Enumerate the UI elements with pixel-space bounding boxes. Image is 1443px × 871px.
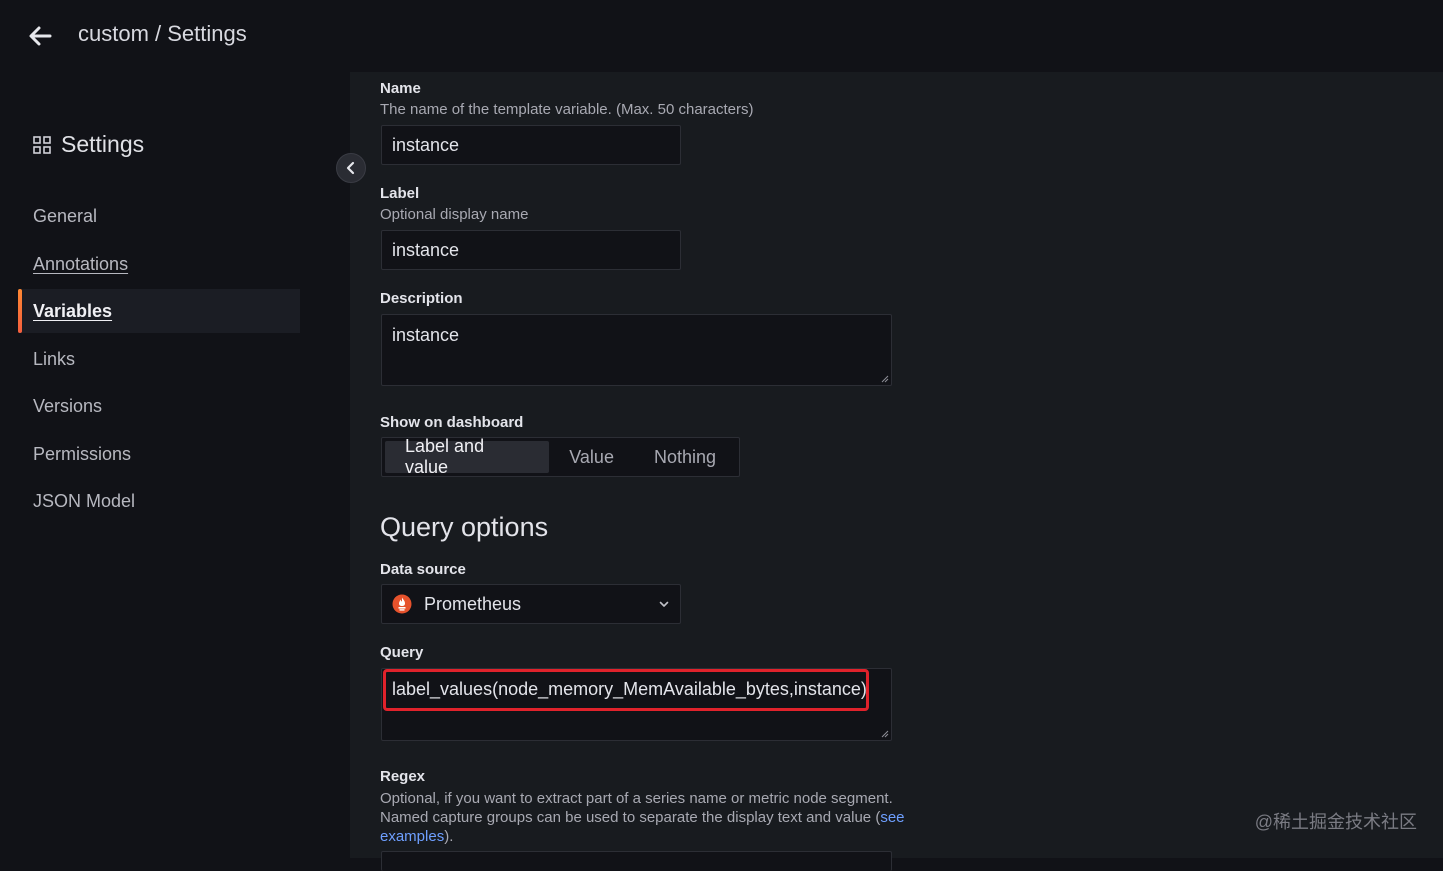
chevron-down-icon	[658, 598, 670, 610]
query-options-heading: Query options	[380, 512, 548, 543]
regex-description: Optional, if you want to extract part of…	[380, 789, 940, 846]
see-examples-link-part-2[interactable]: examples	[380, 828, 444, 845]
query-textarea[interactable]: label_values(node_memory_MemAvailable_by…	[381, 668, 892, 741]
description-textarea-value: instance	[392, 325, 459, 345]
regex-description-end: ).	[444, 828, 453, 845]
sidebar-item-label: Variables	[33, 301, 112, 322]
option-nothing[interactable]: Nothing	[634, 441, 736, 473]
query-label: Query	[380, 644, 423, 661]
label-field-label: Label	[380, 185, 419, 202]
name-input[interactable]: instance	[381, 125, 681, 165]
regex-label: Regex	[380, 768, 425, 785]
sidebar-item-label: General	[33, 206, 97, 227]
label-input[interactable]: instance	[381, 230, 681, 270]
name-field-label: Name	[380, 80, 421, 97]
sidebar-item-label: Links	[33, 349, 75, 370]
sidebar-item-label: JSON Model	[33, 491, 135, 512]
arrow-left-icon	[26, 22, 54, 50]
sidebar-item-label: Annotations	[33, 254, 128, 275]
sidebar-item-general[interactable]: General	[18, 194, 300, 238]
option-value[interactable]: Value	[549, 441, 634, 473]
query-textarea-value: label_values(node_memory_MemAvailable_by…	[392, 679, 867, 699]
description-textarea[interactable]: instance	[381, 314, 892, 386]
regex-description-line-3: examples).	[380, 827, 940, 846]
sidebar-item-variables[interactable]: Variables	[18, 289, 300, 333]
back-button[interactable]	[22, 18, 58, 54]
regex-input[interactable]	[381, 851, 892, 871]
sidebar-heading: Settings	[33, 131, 144, 158]
data-source-value: Prometheus	[424, 594, 658, 615]
watermark-text: @稀土掘金技术社区	[1255, 808, 1417, 834]
name-field-description: The name of the template variable. (Max.…	[380, 101, 754, 118]
top-bar: custom / Settings	[0, 0, 1443, 72]
data-source-select[interactable]: Prometheus	[381, 584, 681, 624]
see-examples-link-part-1[interactable]: see	[880, 809, 904, 826]
label-field-description: Optional display name	[380, 206, 528, 223]
sidebar-item-json-model[interactable]: JSON Model	[18, 479, 300, 523]
sidebar-item-label: Permissions	[33, 444, 131, 465]
sidebar-item-label: Versions	[33, 396, 102, 417]
description-field-label: Description	[380, 290, 463, 307]
sidebar-item-permissions[interactable]: Permissions	[18, 432, 300, 476]
page-title: custom / Settings	[78, 21, 247, 47]
collapse-sidebar-button[interactable]	[336, 153, 366, 183]
sidebar-item-links[interactable]: Links	[18, 337, 300, 381]
option-label-and-value[interactable]: Label and value	[385, 441, 549, 473]
resize-handle-icon[interactable]	[881, 375, 889, 383]
resize-handle-icon[interactable]	[881, 730, 889, 738]
prometheus-icon	[392, 594, 412, 614]
show-on-dashboard-label: Show on dashboard	[380, 414, 523, 431]
regex-description-line-1: Optional, if you want to extract part of…	[380, 789, 940, 808]
sidebar-item-versions[interactable]: Versions	[18, 384, 300, 428]
regex-description-text: Named capture groups can be used to sepa…	[380, 809, 880, 826]
chevron-left-icon	[344, 161, 358, 175]
settings-sidebar: Settings General Annotations Variables L…	[0, 72, 350, 858]
name-input-value: instance	[392, 135, 459, 156]
show-on-dashboard-radio-group: Label and value Value Nothing	[381, 437, 740, 477]
sidebar-heading-label: Settings	[61, 131, 144, 158]
variable-editor: Name The name of the template variable. …	[350, 72, 1443, 858]
sidebar-item-annotations[interactable]: Annotations	[18, 242, 300, 286]
label-input-value: instance	[392, 240, 459, 261]
data-source-label: Data source	[380, 561, 466, 578]
apps-grid-icon	[33, 136, 51, 154]
regex-description-line-2: Named capture groups can be used to sepa…	[380, 808, 940, 827]
